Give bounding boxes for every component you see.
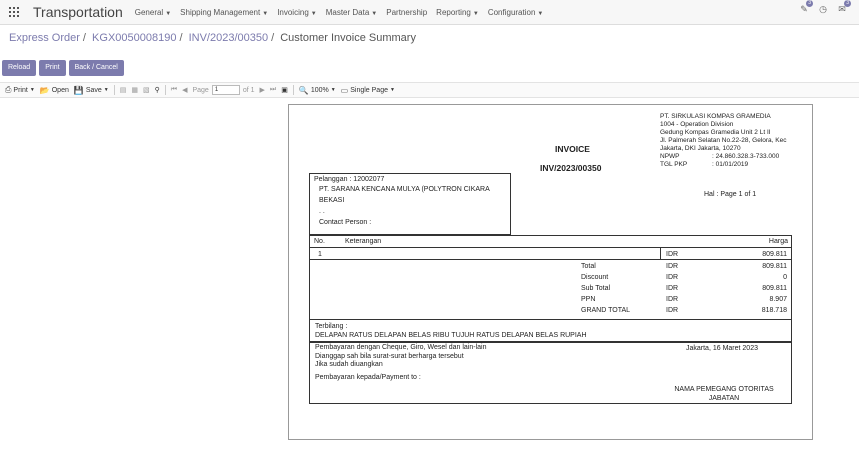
- invoice-date: Jakarta, 16 Maret 2023: [686, 345, 758, 352]
- report-viewer: PT. SIRKULASI KOMPAS GRAMEDIA 1004 - Ope…: [0, 99, 859, 450]
- col-desc: Keterangan: [345, 238, 382, 245]
- menu-invoicing[interactable]: Invoicing ▼: [277, 8, 317, 17]
- total-row: Total IDR 809.811: [581, 263, 787, 270]
- discount-row: Discount IDR 0: [581, 274, 787, 281]
- table-row: 1 IDR 809.811: [310, 248, 791, 260]
- invoice-title: INVOICE: [555, 144, 590, 154]
- signature-block: NAMA PEMEGANG OTORITAS JABATAN: [670, 385, 778, 403]
- system-tray: ✎ 3 ◷ ✉ 3: [799, 0, 851, 14]
- npwp-value: : 24.860.328.3-733.000: [712, 153, 780, 160]
- toolbar-separator: [113, 85, 115, 95]
- top-navbar: Transportation General ▼ Shipping Managem…: [0, 0, 859, 25]
- main-menu: General ▼ Shipping Management ▼ Invoicing ▼…: [135, 8, 553, 17]
- reload-button[interactable]: Reload: [2, 60, 37, 76]
- breadcrumb-order-number[interactable]: KGX0050008190: [92, 32, 176, 44]
- company-address2: Jl. Palmerah Selatan No.22-28, Gelora, K…: [660, 137, 787, 144]
- print-button[interactable]: Print: [39, 60, 66, 76]
- breadcrumb-current: Customer Invoice Summary: [280, 32, 416, 44]
- zoom-control[interactable]: 🔍 100% ▼: [299, 86, 336, 95]
- menu-partnership[interactable]: Partnership: [386, 8, 427, 17]
- customer-contact: Contact Person :: [319, 219, 372, 226]
- tglpkp-value: : 01/01/2019: [712, 161, 749, 168]
- subtotal-row: Sub Total IDR 809.811: [581, 285, 787, 292]
- company-division: 1004 - Operation Division: [660, 121, 734, 128]
- find-icon[interactable]: ⚲: [155, 86, 160, 94]
- toolbar-separator: [292, 85, 294, 95]
- line-amount: 809.811: [762, 251, 787, 258]
- save-icon: 💾: [73, 85, 84, 95]
- customer-id: Pelanggan : 12002077: [314, 176, 385, 183]
- payment-line3: Jika sudah diuangkan: [315, 361, 383, 368]
- customer-name-line2: BEKASI: [319, 197, 345, 204]
- customer-address: . .: [319, 208, 325, 215]
- payment-section: Pembayaran dengan Cheque, Giro, Wesel da…: [309, 342, 792, 404]
- company-info: PT. SIRKULASI KOMPAS GRAMEDIA 1004 - Ope…: [660, 113, 786, 169]
- tglpkp-label: TGL PKP: [660, 161, 688, 168]
- company-address1: Gedung Kompas Gramedia Unit 2 Lt II: [660, 129, 771, 136]
- breadcrumb: Express Order / KGX0050008190/ INV/2023/0…: [9, 32, 416, 44]
- activity-icon[interactable]: ✎ 3: [799, 0, 813, 14]
- signer-name: NAMA PEMEGANG OTORITAS: [674, 386, 774, 393]
- column-divider: [660, 248, 661, 260]
- toolbar-save[interactable]: 💾 Save ▼: [74, 86, 109, 95]
- apps-menu-icon[interactable]: [9, 7, 19, 17]
- payment-to: Pembayaran kepada/Payment to :: [315, 373, 421, 381]
- page-count: of 1: [242, 86, 255, 94]
- line-no: 1: [318, 251, 322, 258]
- items-table: No. Keterangan Harga 1 IDR 809.811 Total…: [309, 235, 792, 320]
- signer-title: JABATAN: [708, 395, 740, 402]
- grand-total-row: GRAND TOTAL IDR 818.718: [581, 307, 787, 314]
- menu-shipping-management[interactable]: Shipping Management ▼: [180, 8, 268, 17]
- page-info: Hal : Page 1 of 1: [704, 191, 757, 198]
- fit-page-icon[interactable]: ▣: [281, 86, 288, 94]
- terbilang-text: DELAPAN RATUS DELAPAN BELAS RIBU TUJUH R…: [315, 332, 587, 339]
- action-buttons: Reload Print Back / Cancel: [2, 60, 124, 76]
- customer-name-line1: PT. SARANA KENCANA MULYA (POLYTRON CIKAR…: [319, 186, 490, 193]
- invoice-page: PT. SIRKULASI KOMPAS GRAMEDIA 1004 - Ope…: [288, 104, 813, 440]
- terbilang-label: Terbilang :: [315, 323, 348, 330]
- export-icon[interactable]: ▧: [143, 86, 150, 94]
- invoice-number: INV/2023/00350: [540, 163, 602, 173]
- amount-in-words: Terbilang : DELAPAN RATUS DELAPAN BELAS …: [309, 320, 792, 342]
- breadcrumb-invoice-number[interactable]: INV/2023/00350: [189, 32, 269, 44]
- page-label: Page: [192, 86, 209, 94]
- line-currency: IDR: [666, 251, 679, 258]
- printer-icon: ⎙: [5, 85, 12, 94]
- company-name: PT. SIRKULASI KOMPAS GRAMEDIA: [660, 113, 771, 120]
- folder-icon: 📂: [39, 85, 50, 95]
- copy-icon[interactable]: ▤: [120, 86, 127, 94]
- page-icon: ▭: [340, 85, 349, 95]
- paste-icon[interactable]: ▦: [131, 86, 138, 94]
- toolbar-separator: [164, 85, 166, 95]
- page-number-input[interactable]: 1: [211, 85, 240, 95]
- prev-page-icon[interactable]: ◀: [182, 86, 187, 94]
- app-brand[interactable]: Transportation: [33, 4, 123, 20]
- zoom-icon: 🔍: [298, 85, 309, 95]
- payment-line2: Dianggap sah bila surat-surat berharga t…: [315, 352, 464, 360]
- next-page-icon[interactable]: ▶: [260, 86, 265, 94]
- activity-badge: 3: [806, 0, 813, 7]
- toolbar-open[interactable]: 📂 Open: [40, 86, 69, 95]
- report-toolbar: ⎙ Print ▼ 📂 Open 💾 Save ▼ ▤ ▦ ▧ ⚲ ⏮ ◀ Page 1 …: [0, 82, 859, 98]
- npwp-label: NPWP: [660, 153, 680, 160]
- col-no: No.: [314, 238, 325, 245]
- first-page-icon[interactable]: ⏮: [171, 86, 177, 94]
- menu-configuration[interactable]: Configuration ▼: [488, 8, 544, 17]
- back-cancel-button[interactable]: Back / Cancel: [68, 60, 124, 76]
- view-mode-control[interactable]: ▭ Single Page ▼: [341, 86, 395, 95]
- menu-general[interactable]: General ▼: [135, 8, 171, 17]
- menu-reporting[interactable]: Reporting ▼: [436, 8, 479, 17]
- toolbar-print[interactable]: ⎙ Print ▼: [5, 85, 35, 95]
- menu-master-data[interactable]: Master Data ▼: [326, 8, 378, 17]
- company-address3: Jakarta, DKI Jakarta, 10270: [660, 145, 741, 152]
- messages-badge: 3: [844, 0, 851, 7]
- items-header: No. Keterangan Harga: [310, 236, 791, 248]
- ppn-row: PPN IDR 8.907: [581, 296, 787, 303]
- breadcrumb-express-order[interactable]: Express Order: [9, 32, 80, 44]
- messages-icon[interactable]: ✉ 3: [837, 0, 851, 14]
- last-page-icon[interactable]: ⏭: [270, 86, 276, 94]
- customer-box: Pelanggan : 12002077 PT. SARANA KENCANA …: [309, 173, 511, 235]
- col-price: Harga: [768, 238, 788, 245]
- clock-icon[interactable]: ◷: [818, 4, 828, 14]
